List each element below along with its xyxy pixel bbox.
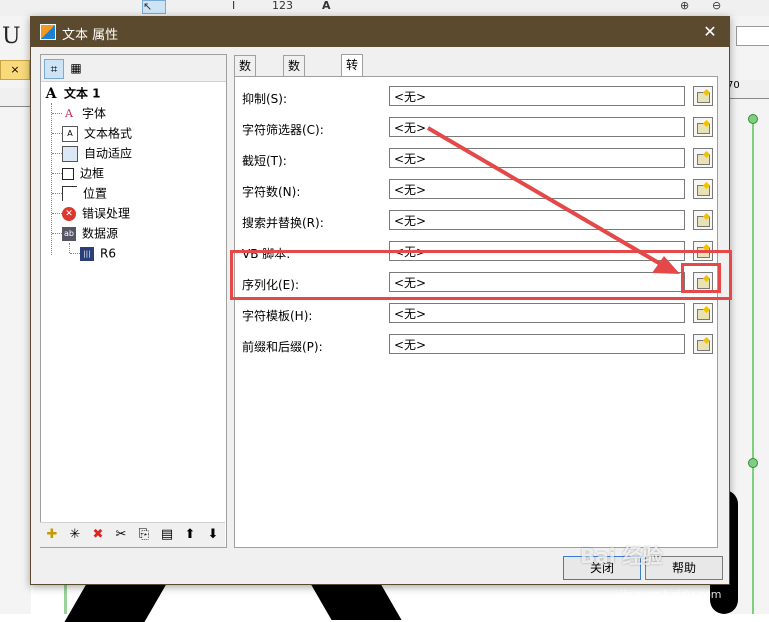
annotation-arrow xyxy=(426,126,680,274)
arrow-shaft xyxy=(426,126,666,268)
watermark-logo: Bai 经验 xyxy=(580,544,663,568)
highlight-box xyxy=(230,250,732,300)
highlight-button-box xyxy=(681,263,721,293)
watermark-url: jingyan.baidu.com xyxy=(620,588,722,601)
